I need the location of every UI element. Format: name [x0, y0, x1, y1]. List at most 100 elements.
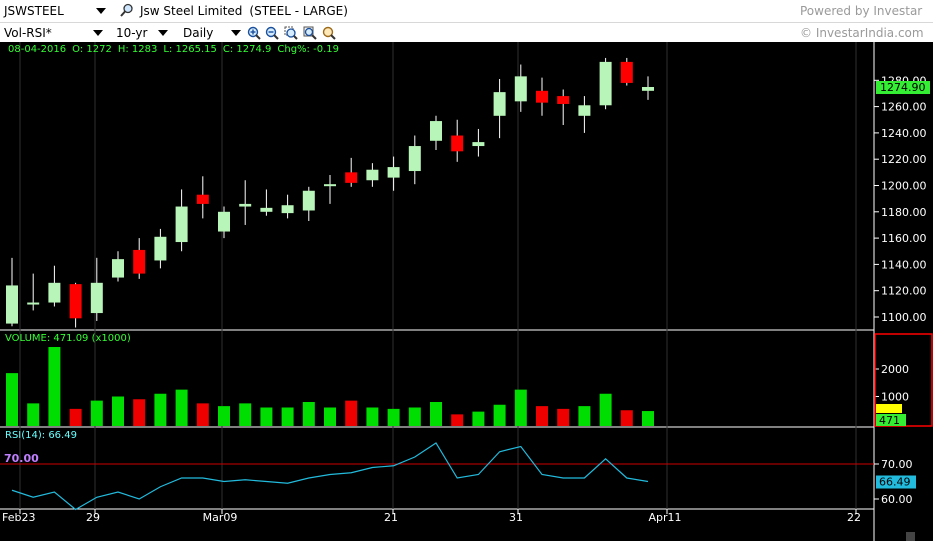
ohlc-date: 08-04-2016 [8, 44, 67, 55]
interval-select[interactable]: Daily [183, 23, 213, 42]
candle-body [90, 282, 103, 314]
candle-body [175, 206, 188, 243]
price-tick-label: 1160.00 [881, 232, 927, 245]
interval-value: Daily [183, 25, 214, 40]
volume-bar [557, 408, 570, 426]
volume-bar [536, 406, 548, 426]
volume-bar [472, 411, 485, 426]
ohlc-open: O: 1272 [72, 44, 112, 55]
price-current-value: 1274.90 [880, 81, 926, 94]
date-tick-label: Feb23 [2, 511, 35, 524]
volume-bar [196, 403, 209, 426]
volume-bar [324, 407, 336, 426]
rsi-panel-label: RSI(14): 66.49 [5, 430, 77, 441]
price-tick-label: 1120.00 [881, 285, 927, 298]
volume-bar [493, 404, 506, 426]
volume-bar [430, 402, 442, 426]
zoom-range-icon[interactable] [284, 26, 298, 40]
volume-marker-badge [876, 404, 902, 413]
volume-bar [260, 407, 273, 426]
copyright-label: © InvestarIndia.com [800, 25, 924, 40]
indicator-value: Vol-RSI* [4, 25, 52, 40]
candle-body [472, 142, 485, 147]
volume-bar [387, 408, 400, 426]
candle-body [514, 76, 527, 102]
volume-tick-label: 2000 [881, 363, 909, 376]
rsi-level-label: 70.00 [4, 452, 39, 465]
zoom-out-icon[interactable] [265, 26, 279, 40]
company-label: Jsw Steel Limited [140, 4, 243, 18]
candle-body [536, 90, 548, 103]
date-tick-label: 21 [384, 511, 398, 524]
chart-area[interactable]: Feb23 29 Mar09 21 31 Apr11 22 1100.00 1120.00 114… [0, 42, 933, 541]
candle-body [302, 190, 315, 211]
candle-body [27, 302, 40, 305]
zoom-reset-icon[interactable] [322, 26, 336, 40]
price-tick-label: 1240.00 [881, 127, 927, 140]
price-tick-label: 1140.00 [881, 258, 927, 271]
rsi-current-value: 66.49 [879, 476, 911, 489]
volume-bar [366, 407, 379, 426]
candle-body [493, 92, 506, 116]
duration-select[interactable]: 10-yr [116, 23, 147, 42]
ohlc-high: H: 1283 [117, 44, 158, 55]
volume-bar [218, 406, 230, 426]
volume-bar [112, 396, 124, 426]
candle-body [69, 284, 82, 319]
ohlc-change: Chg%: -0.19 [277, 44, 339, 55]
indicator-select[interactable]: Vol-RSI* [4, 23, 52, 42]
candle-body [239, 203, 252, 207]
volume-bar [27, 403, 40, 426]
date-tick-label: 22 [847, 511, 861, 524]
price-volume-rsi-chart[interactable]: Feb23 29 Mar09 21 31 Apr11 22 1100.00 1120.00 114… [0, 42, 933, 541]
volume-bar [408, 407, 421, 426]
volume-bar [620, 410, 633, 426]
symbol-dropdown-icon[interactable] [96, 0, 106, 22]
volume-bar [345, 400, 358, 426]
zoom-fit-icon[interactable] [303, 26, 317, 40]
candle-body [599, 61, 612, 106]
volume-bar [133, 399, 146, 426]
symbol-select[interactable]: JSWSTEEL [4, 0, 64, 22]
candle-body [112, 259, 124, 278]
rsi-tick-label: 70.00 [881, 458, 913, 471]
date-tick-label: Apr11 [648, 511, 681, 524]
volume-bar [175, 389, 188, 426]
volume-tick-label: 1000 [881, 391, 909, 404]
company-name: Jsw Steel Limited (STEEL - LARGE) [140, 0, 348, 22]
candle-body [324, 184, 336, 187]
candle-body [345, 172, 358, 183]
volume-bar [154, 393, 167, 426]
date-tick-label: Mar09 [203, 511, 238, 524]
volume-bar [514, 389, 527, 426]
interval-dropdown-icon[interactable] [231, 23, 241, 42]
candle-body [642, 87, 654, 91]
volume-current-value: 471 [879, 414, 900, 427]
price-tick-label: 1100.00 [881, 311, 927, 324]
candle-body [196, 194, 209, 204]
price-tick-label: 1200.00 [881, 180, 927, 193]
candle-body [281, 205, 294, 214]
candle-body [408, 146, 421, 172]
ohlc-close: C: 1274.9 [222, 44, 272, 55]
price-tick-label: 1260.00 [881, 101, 927, 114]
zoom-in-icon[interactable] [247, 26, 261, 40]
duration-value: 10-yr [116, 25, 148, 40]
volume-bar [302, 402, 315, 426]
date-tick-label: 29 [86, 511, 100, 524]
indicator-dropdown-icon[interactable] [93, 23, 103, 42]
symbol-value: JSWSTEEL [4, 4, 64, 18]
volume-bar [599, 393, 612, 426]
ohlc-low: L: 1265.15 [163, 44, 217, 55]
volume-bar [451, 414, 464, 426]
candle-body [557, 96, 570, 104]
duration-dropdown-icon[interactable] [158, 23, 168, 42]
candle-body [6, 285, 18, 324]
volume-bar [69, 408, 82, 426]
candle-body [48, 282, 61, 303]
secondary-toolbar: Vol-RSI* 10-yr Daily © InvestarIndia.com [0, 22, 933, 42]
candle-body [218, 211, 230, 232]
volume-bar [90, 400, 103, 426]
price-tick-label: 1220.00 [881, 153, 927, 166]
search-icon[interactable] [120, 3, 134, 17]
